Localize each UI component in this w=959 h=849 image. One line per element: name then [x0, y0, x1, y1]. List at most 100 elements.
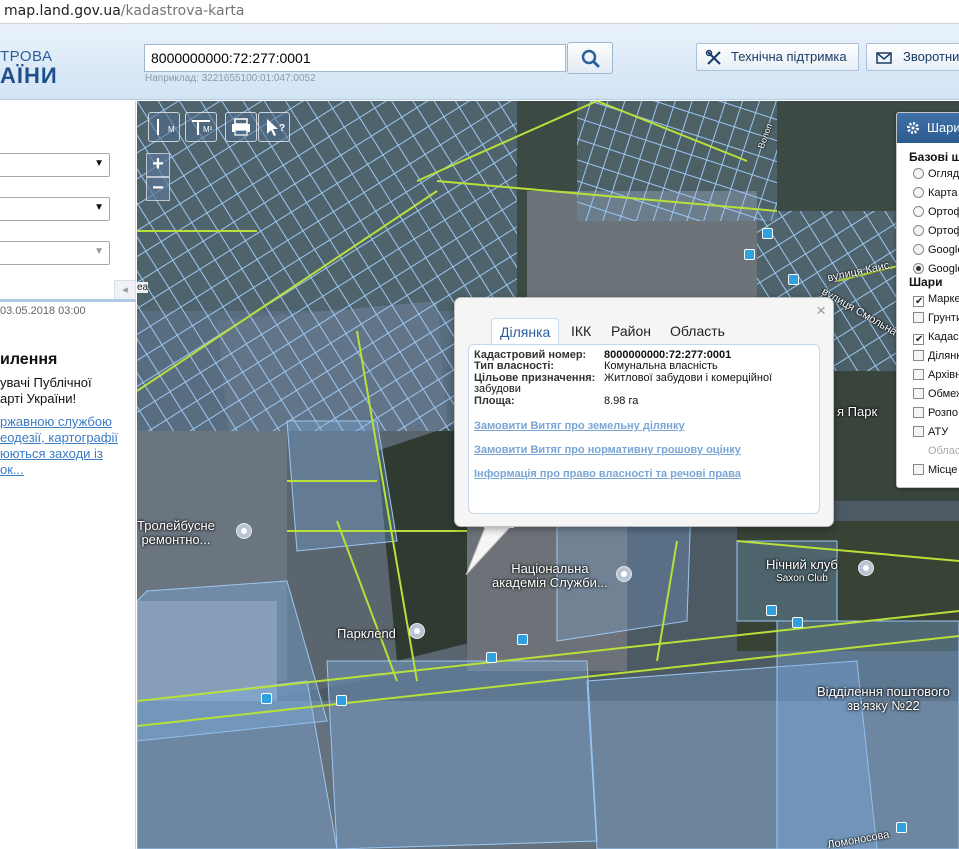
region-select[interactable]: ▼ [0, 153, 110, 177]
radio-icon[interactable] [913, 187, 924, 198]
browser-address-bar[interactable]: map.land.gov.ua/kadastrova-karta [0, 0, 959, 24]
overlay-layer-option[interactable]: Грунти [913, 312, 959, 325]
zoom-in-button[interactable]: + [146, 153, 170, 177]
overlay-layer-label: АТУ [928, 426, 949, 438]
checkbox-icon[interactable] [913, 350, 924, 361]
order-valuation-extract-link[interactable]: Замовити Витяг про нормативну грошову оц… [474, 444, 741, 456]
overlay-layer-label: Обмеж [928, 388, 959, 400]
base-layer-option[interactable]: Ортоф [913, 206, 959, 219]
bus-stop-icon[interactable] [336, 695, 347, 706]
news-date: 03.05.2018 03:00 [0, 305, 86, 317]
checkbox-icon[interactable] [913, 312, 924, 323]
cadastral-search-input[interactable] [144, 44, 566, 72]
envelope-icon [876, 52, 892, 64]
bus-stop-icon[interactable] [766, 605, 777, 616]
layers-panel-header[interactable]: Шари [897, 113, 959, 143]
checkbox-icon[interactable] [913, 334, 924, 345]
info-cursor-button[interactable]: ? [258, 112, 290, 142]
bus-stop-icon[interactable] [744, 249, 755, 260]
overlay-layer-option[interactable]: Архівн [913, 369, 959, 382]
overlay-layer-option[interactable]: Обмеж [913, 388, 959, 401]
overlay-layer-option[interactable]: Ділянк [913, 350, 959, 363]
bus-stop-icon[interactable] [788, 274, 799, 285]
collapse-panel-button[interactable]: ◂ [114, 280, 136, 300]
checkbox-icon[interactable] [913, 369, 924, 380]
overlay-layer-label: Архівн [928, 369, 959, 381]
bus-stop-icon[interactable] [896, 822, 907, 833]
checkbox-icon[interactable] [913, 426, 924, 437]
poi-post-office[interactable]: Відділення поштового зв'язку №22 [817, 685, 950, 713]
map-pin-icon[interactable] [236, 523, 252, 539]
zoom-out-button[interactable]: − [146, 177, 170, 201]
poi-line: ремонтно... [141, 532, 211, 547]
tab-parcel[interactable]: Ділянка [491, 318, 560, 345]
poi-parkland[interactable]: Парклend [337, 627, 396, 641]
overlay-layer-option[interactable]: Кадас [913, 331, 959, 345]
overlay-layer-option[interactable]: Розпо [913, 407, 958, 420]
overlay-layer-option[interactable]: Місце [913, 464, 957, 477]
map-pin-icon[interactable] [616, 566, 632, 582]
overlay-layers-heading: Шари [909, 275, 943, 289]
map-pin-icon[interactable] [409, 623, 425, 639]
base-layer-option[interactable]: Google [913, 244, 959, 257]
overlay-layer-option[interactable]: Марке [913, 293, 959, 307]
url-path: /kadastrova-karta [120, 3, 245, 19]
poi-park[interactable]: я Парк [837, 405, 877, 419]
layers-panel: Шари Базові ш Оглядо Карта Ортоф Ортоф Googl… [896, 112, 959, 488]
area-label: Площа: [474, 395, 515, 407]
tab-ikk[interactable]: ІКК [563, 318, 599, 345]
street-label-partial: еа [137, 282, 149, 293]
radio-icon[interactable] [913, 206, 924, 217]
radio-icon[interactable] [913, 244, 924, 255]
checkbox-icon[interactable] [913, 407, 924, 418]
url-host: map.land.gov.ua [4, 3, 121, 19]
radio-icon[interactable] [913, 263, 924, 274]
popup-pointer [465, 525, 514, 575]
poi-night-club[interactable]: Нічний клуб Saxon Club [766, 558, 838, 586]
base-layer-option[interactable]: Ортоф [913, 225, 959, 238]
print-button[interactable] [225, 112, 257, 142]
news-read-more-link[interactable]: ржавною службою еодезії, картографії юют… [0, 414, 128, 478]
base-layers-heading: Базові ш [909, 150, 959, 164]
overlay-layer-label: Розпо [928, 407, 958, 419]
close-icon[interactable]: × [816, 302, 826, 319]
tab-region[interactable]: Область [662, 318, 733, 345]
checkbox-icon[interactable] [913, 464, 924, 475]
poi-line: Тролейбусне [137, 518, 215, 533]
district-select[interactable]: ▼ [0, 197, 110, 221]
base-layer-label: Google [928, 263, 959, 275]
search-hint: Наприклад: 3221655100:01:047:0052 [145, 73, 316, 84]
checkbox-icon[interactable] [913, 296, 924, 307]
news-title: илення [0, 351, 58, 368]
poi-line: Saxon Club [776, 573, 828, 584]
base-layer-label: Ортоф [928, 206, 959, 218]
feedback-button[interactable]: Зворотни [866, 43, 959, 71]
left-panel: ▼ ▼ ▼ ◂ 03.05.2018 03:00 илення увачі Пу… [0, 101, 136, 849]
chevron-down-icon: ▼ [94, 202, 104, 213]
cadastral-map[interactable]: М М² ? + − еа вулиця Каис вулиця Смольна… [137, 101, 959, 849]
bus-stop-icon[interactable] [261, 693, 272, 704]
bus-stop-icon[interactable] [517, 634, 528, 645]
measure-area-unit: М² [203, 125, 213, 134]
checkbox-icon[interactable] [913, 388, 924, 399]
base-layer-option[interactable]: Карта [913, 187, 957, 200]
search-button[interactable] [567, 42, 613, 74]
chevron-down-icon: ▼ [94, 246, 104, 257]
radio-icon[interactable] [913, 168, 924, 179]
radio-icon[interactable] [913, 225, 924, 236]
tab-district[interactable]: Район [603, 318, 659, 345]
bus-stop-icon[interactable] [762, 228, 773, 239]
overlay-layer-label: Кадас [928, 331, 959, 343]
settlement-select[interactable]: ▼ [0, 241, 110, 265]
poi-trolleybus-depot[interactable]: Тролейбусне ремонтно... [137, 519, 215, 547]
order-parcel-extract-link[interactable]: Замовити Витяг про земельну ділянку [474, 420, 685, 432]
ownership-rights-info-link[interactable]: Інформація про право власності та речові… [474, 468, 741, 480]
bus-stop-icon[interactable] [792, 617, 803, 628]
support-button[interactable]: Технічна підтримка [696, 43, 859, 71]
measure-area-button[interactable]: М² [185, 112, 217, 142]
map-pin-icon[interactable] [858, 560, 874, 576]
bus-stop-icon[interactable] [486, 652, 497, 663]
base-layer-option[interactable]: Оглядо [913, 168, 959, 181]
overlay-layer-option[interactable]: АТУ [913, 426, 948, 439]
measure-distance-button[interactable]: М [148, 112, 180, 142]
